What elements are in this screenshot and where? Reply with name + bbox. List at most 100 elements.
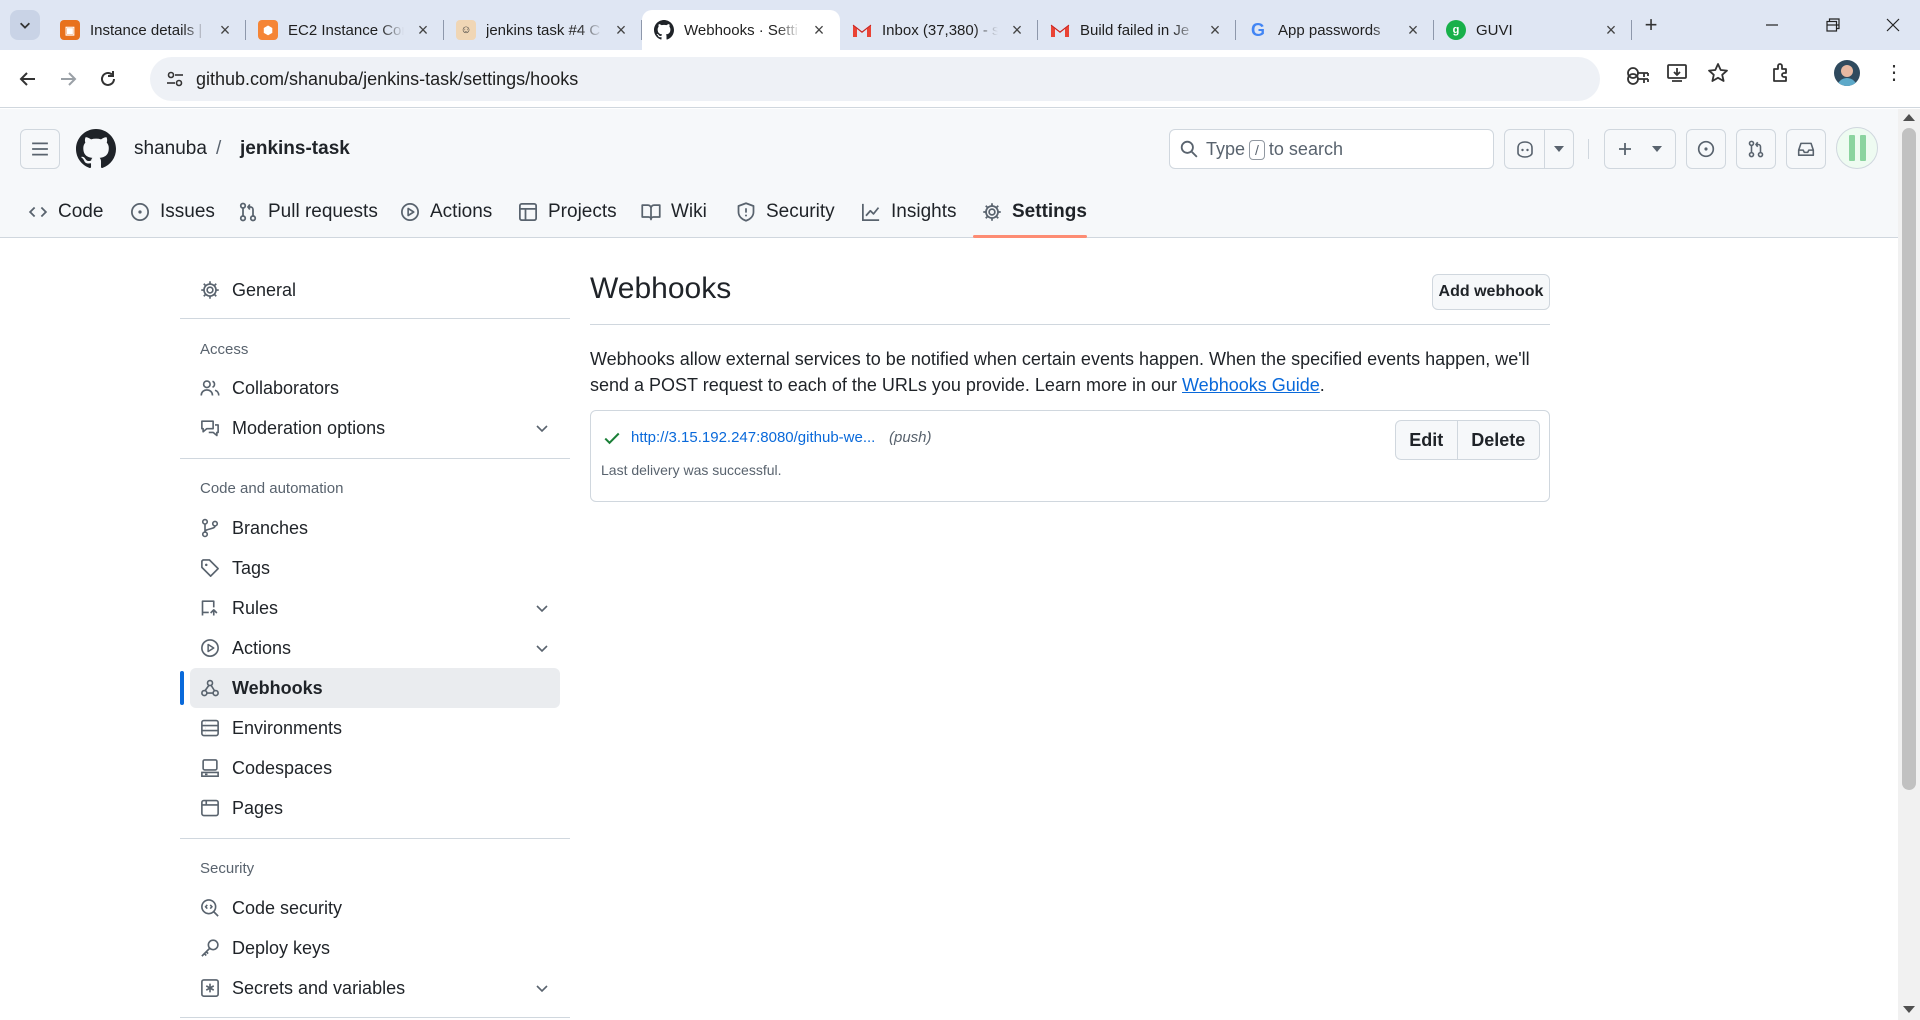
tab-insights[interactable]: Insights — [861, 187, 956, 237]
browser-tab[interactable]: Inbox (37,380) - s × — [840, 10, 1038, 50]
play-icon — [201, 639, 219, 657]
address-bar[interactable]: github.com/shanuba/jenkins-task/settings… — [150, 57, 1649, 101]
triangle-down-icon — [1545, 146, 1573, 152]
browser-tab-strip: ▣ Instance details | × ⬢ EC2 Instance Co… — [0, 0, 1920, 50]
tab-wiki[interactable]: Wiki — [641, 187, 707, 237]
browser-tab-active[interactable]: Webhooks · Setti × — [642, 10, 840, 50]
browser-tab[interactable]: G App passwords × — [1236, 10, 1434, 50]
minimize-button[interactable] — [1747, 0, 1797, 50]
sidebar-item-tags[interactable]: Tags — [190, 548, 560, 588]
scroll-down-arrow-icon[interactable] — [1903, 1006, 1915, 1013]
tab-code[interactable]: Code — [28, 187, 103, 237]
tag-icon — [201, 559, 219, 577]
tab-wiki-label: Wiki — [671, 201, 707, 222]
browser-tab[interactable]: ▣ Instance details | × — [48, 10, 246, 50]
tab-security[interactable]: Security — [736, 187, 835, 237]
sidebar-item-label: Codespaces — [232, 757, 333, 778]
search-input[interactable]: Type / to search — [1169, 129, 1494, 169]
close-window-button[interactable] — [1868, 0, 1918, 50]
scrollbar-thumb[interactable] — [1902, 128, 1916, 790]
inbox-button[interactable] — [1786, 129, 1826, 169]
add-webhook-button[interactable]: Add webhook — [1432, 274, 1550, 310]
sidebar-item-environments[interactable]: Environments — [190, 708, 560, 748]
minimize-icon — [1766, 24, 1778, 26]
pull-requests-button[interactable] — [1736, 129, 1776, 169]
browser-tab[interactable]: Build failed in Je × — [1038, 10, 1236, 50]
sidebar-item-secrets[interactable]: Secrets and variables — [190, 968, 560, 1008]
page-title: Webhooks — [590, 272, 732, 305]
tab-projects[interactable]: Projects — [518, 187, 617, 237]
tab-actions[interactable]: Actions — [400, 187, 492, 237]
sidebar-item-rules[interactable]: Rules — [190, 588, 560, 628]
sidebar-item-webhooks[interactable]: Webhooks — [190, 668, 560, 708]
arrow-right-icon — [61, 71, 77, 86]
sidebar-item-code-security[interactable]: Code security — [190, 888, 560, 928]
tab-search-button[interactable] — [10, 10, 40, 40]
forward-button[interactable] — [50, 61, 86, 97]
browser-tab[interactable]: ☺ jenkins task #4 C × — [444, 10, 642, 50]
sidebar-item-branches[interactable]: Branches — [190, 508, 560, 548]
delete-webhook-button[interactable]: Delete — [1458, 421, 1539, 459]
close-icon[interactable]: × — [1602, 20, 1620, 41]
hamburger-menu-button[interactable] — [20, 129, 60, 169]
browser-menu-icon[interactable]: ⋮ — [1884, 62, 1904, 84]
restore-icon — [1826, 18, 1840, 32]
menu-icon — [32, 142, 48, 156]
webhook-icon — [201, 679, 219, 697]
password-key-icon[interactable] — [1626, 64, 1650, 82]
edit-webhook-button[interactable]: Edit — [1396, 421, 1458, 459]
sidebar-item-label: General — [232, 279, 297, 300]
sidebar-item-deploy-keys[interactable]: Deploy keys — [190, 928, 560, 968]
new-tab-button[interactable]: + — [1636, 10, 1666, 40]
reload-button[interactable] — [90, 61, 126, 97]
repo-owner-link[interactable]: shanuba — [134, 138, 207, 160]
sidebar-item-actions[interactable]: Actions — [190, 628, 560, 668]
bookmark-star-icon[interactable] — [1707, 62, 1729, 84]
sidebar-item-pages[interactable]: Pages — [190, 788, 560, 828]
webhook-list-item: http://3.15.192.247:8080/github-we... (p… — [590, 410, 1550, 502]
table-icon — [519, 203, 537, 221]
tab-projects-label: Projects — [548, 201, 617, 222]
browser-toolbar: github.com/shanuba/jenkins-task/settings… — [0, 50, 1920, 108]
tab-code-label: Code — [58, 201, 104, 222]
profile-avatar[interactable] — [1834, 60, 1860, 86]
tab-pull-requests[interactable]: Pull requests — [238, 187, 378, 237]
install-app-icon[interactable] — [1666, 62, 1688, 84]
github-logo-icon[interactable] — [76, 129, 116, 169]
back-button[interactable] — [10, 61, 46, 97]
copilot-button[interactable] — [1504, 129, 1574, 169]
browser-tab[interactable]: ⬢ EC2 Instance Con × — [246, 10, 444, 50]
sidebar-item-moderation[interactable]: Moderation options — [190, 408, 560, 448]
plus-icon — [1605, 141, 1645, 157]
close-icon[interactable]: × — [1008, 20, 1026, 41]
reload-icon — [101, 70, 115, 86]
webhooks-guide-link[interactable]: Webhooks Guide — [1182, 375, 1320, 395]
extensions-icon[interactable] — [1770, 62, 1792, 84]
site-info-icon[interactable] — [160, 70, 190, 88]
sidebar-item-collaborators[interactable]: Collaborators — [190, 368, 560, 408]
tab-title: GUVI — [1476, 21, 1513, 39]
close-icon[interactable]: × — [216, 20, 234, 41]
create-new-button[interactable] — [1604, 129, 1676, 169]
close-icon[interactable]: × — [1404, 20, 1422, 41]
issues-button[interactable] — [1686, 129, 1726, 169]
tab-settings[interactable]: Settings — [982, 187, 1087, 237]
browser-tab[interactable]: g GUVI × — [1434, 10, 1632, 50]
webhook-delivery-status: Last delivery was successful. — [601, 462, 782, 478]
graph-icon — [862, 203, 880, 221]
scroll-up-arrow-icon[interactable] — [1903, 114, 1915, 121]
tab-issues[interactable]: Issues — [130, 187, 215, 237]
user-avatar[interactable] — [1836, 127, 1878, 169]
sidebar-item-codespaces[interactable]: Codespaces — [190, 748, 560, 788]
webhook-url-link[interactable]: http://3.15.192.247:8080/github-we... — [631, 429, 875, 446]
close-icon[interactable]: × — [810, 20, 828, 41]
close-icon[interactable]: × — [414, 20, 432, 41]
close-icon[interactable]: × — [612, 20, 630, 41]
restore-button[interactable] — [1808, 0, 1858, 50]
url-text: github.com/shanuba/jenkins-task/settings… — [196, 68, 579, 89]
gear-icon — [201, 281, 219, 299]
chevron-down-icon — [536, 605, 548, 613]
close-icon[interactable]: × — [1206, 20, 1224, 41]
sidebar-item-general[interactable]: General — [190, 270, 560, 310]
repo-name-link[interactable]: jenkins-task — [240, 138, 350, 160]
